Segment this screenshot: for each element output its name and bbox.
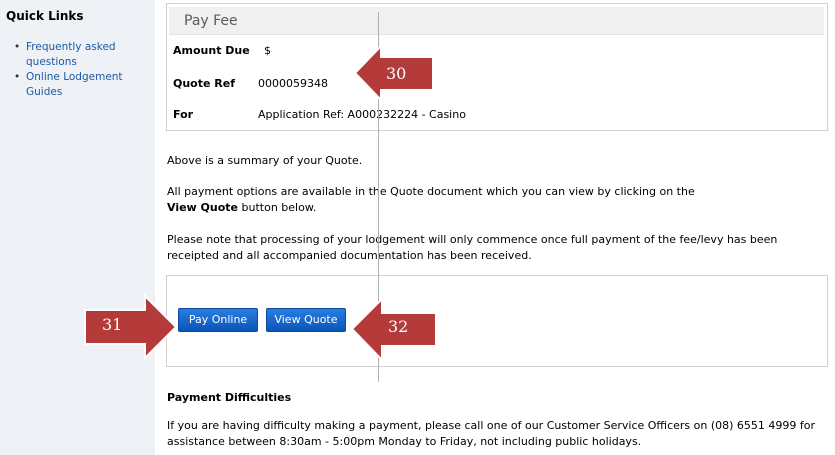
amount-due-value: $ xyxy=(264,44,271,57)
pay-fee-title: Pay Fee xyxy=(184,13,238,29)
quick-links-sidebar: Quick Links Frequently asked questions O… xyxy=(0,0,155,455)
quote-ref-label: Quote Ref xyxy=(173,77,236,90)
quote-summary-text: Above is a summary of your Quote. xyxy=(167,154,363,167)
quick-link-item: Online Lodgement Guides xyxy=(12,70,147,100)
amount-due-row: Amount Due $ xyxy=(173,44,773,62)
quick-links-list: Frequently asked questions Online Lodgem… xyxy=(12,40,147,100)
amount-due-label: Amount Due xyxy=(173,44,250,57)
for-label: For xyxy=(173,108,194,121)
quick-links-title: Quick Links xyxy=(6,9,84,23)
faq-link[interactable]: Frequently asked questions xyxy=(26,41,116,68)
callout-number-32: 32 xyxy=(388,317,409,336)
payment-options-line2: button below. xyxy=(238,201,317,214)
callout-arrow-31 xyxy=(84,293,178,361)
pay-fee-header: Pay Fee xyxy=(169,7,824,35)
quote-ref-row: Quote Ref 0000059348 xyxy=(173,77,773,95)
payment-difficulties-title: Payment Difficulties xyxy=(167,391,292,404)
processing-note-text: Please note that processing of your lodg… xyxy=(167,233,778,262)
for-row: For Application Ref: A000232224 - Casino xyxy=(173,108,773,126)
lodgement-guides-link[interactable]: Online Lodgement Guides xyxy=(26,71,123,98)
view-quote-emphasis: View Quote xyxy=(167,201,239,214)
callout-31-shape xyxy=(84,293,178,361)
payment-options-text: All payment options are available in the… xyxy=(167,184,822,216)
payment-difficulties-text: If you are having difficulty making a pa… xyxy=(167,419,816,448)
pay-fee-panel: Pay Fee Amount Due $ Quote Ref 000005934… xyxy=(166,3,828,131)
quote-ref-value: 0000059348 xyxy=(258,77,328,90)
view-quote-button[interactable]: View Quote xyxy=(266,308,346,332)
pay-online-button[interactable]: Pay Online xyxy=(178,308,258,332)
callout-number-31: 31 xyxy=(102,315,123,334)
payment-options-line1: All payment options are available in the… xyxy=(167,185,695,198)
callout-number-30: 30 xyxy=(386,64,407,83)
quick-link-item: Frequently asked questions xyxy=(12,40,147,70)
